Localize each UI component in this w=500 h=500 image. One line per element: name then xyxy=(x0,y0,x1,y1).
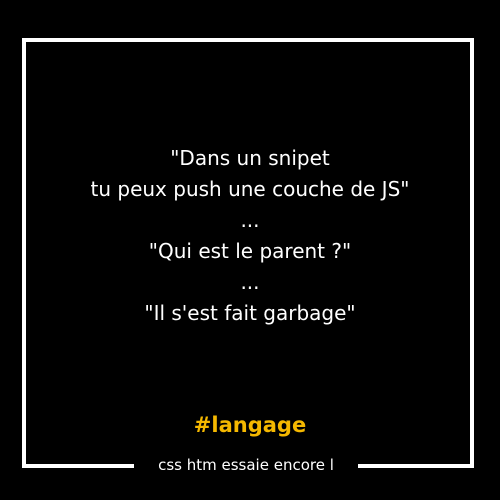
frame-bottom-left-border xyxy=(22,464,134,468)
quote-line-6: "Il s'est fait garbage" xyxy=(144,301,356,325)
quote-line-4: "Qui est le parent ?" xyxy=(148,239,352,263)
frame-top-border xyxy=(22,38,474,42)
footer-caption: css htm essaie encore l xyxy=(158,456,334,474)
frame-right-border xyxy=(470,38,474,468)
quote-block: "Dans un snipet tu peux push une couche … xyxy=(30,143,470,329)
quote-line-5: ... xyxy=(240,270,260,294)
frame-bottom-right-border xyxy=(358,464,474,468)
quote-line-2: tu peux push une couche de JS" xyxy=(90,177,410,201)
hashtag-label: #langage xyxy=(193,413,307,437)
quote-line-1: "Dans un snipet xyxy=(170,146,330,170)
frame-left-border xyxy=(22,38,26,468)
quote-line-3: ... xyxy=(240,208,260,232)
